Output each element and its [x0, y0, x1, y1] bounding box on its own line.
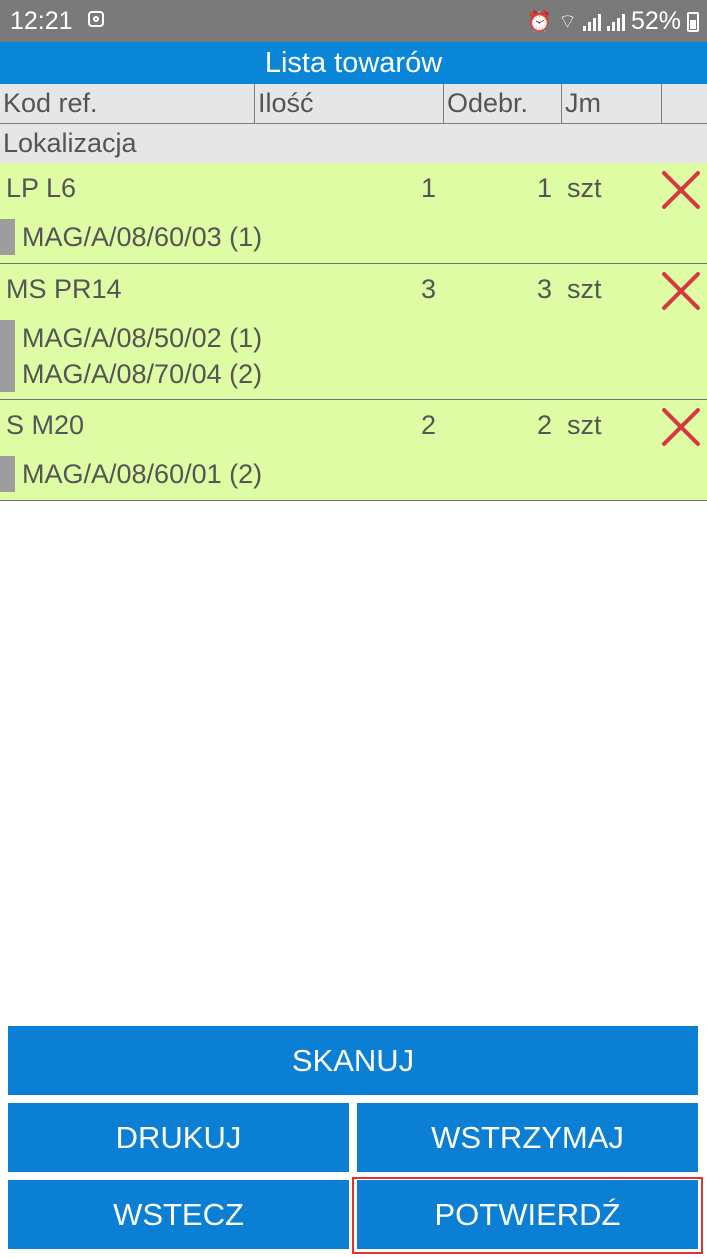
header-received: Odebr.	[444, 84, 562, 123]
scan-button[interactable]: SKANUJ	[8, 1026, 698, 1095]
item-unit: szt	[567, 410, 602, 440]
item-code: S M20	[6, 410, 85, 440]
page-title: Lista towarów	[0, 42, 707, 84]
header-action	[662, 84, 707, 123]
item-unit: szt	[567, 274, 602, 304]
item-qty: 1	[421, 173, 437, 203]
delete-icon[interactable]	[659, 270, 703, 314]
list-item[interactable]: S M20 2 2 szt MAG/A/08/60/01 (2)	[0, 400, 707, 501]
battery-percent: 52%	[630, 7, 681, 35]
status-icons: ⏰ ⌔ 52%	[527, 7, 699, 36]
location-text: MAG/A/08/70/04 (2)	[22, 359, 263, 389]
table-header: Kod ref. Ilość Odebr. Jm	[0, 84, 707, 124]
list-item[interactable]: MS PR14 3 3 szt MAG/A/08/50/02 (1) MAG/A…	[0, 264, 707, 400]
item-received: 2	[536, 410, 552, 440]
item-code: MS PR14	[6, 274, 122, 304]
signal-icon	[606, 13, 625, 31]
table-subheader: Lokalizacja	[0, 124, 707, 164]
location-marker	[0, 320, 15, 392]
item-locations: MAG/A/08/60/03 (1)	[0, 219, 262, 255]
status-time: 12:21	[10, 7, 73, 35]
header-code: Kod ref.	[0, 84, 255, 123]
back-button[interactable]: WSTECZ	[8, 1180, 349, 1249]
item-received: 1	[536, 173, 552, 203]
item-qty: 3	[421, 274, 437, 304]
header-qty: Ilość	[255, 84, 444, 123]
confirm-button[interactable]: POTWIERDŹ	[357, 1180, 698, 1249]
item-unit: szt	[567, 173, 602, 203]
notification-app-icon	[88, 11, 104, 27]
location-text: MAG/A/08/60/01 (2)	[22, 459, 263, 489]
delete-icon[interactable]	[659, 406, 703, 450]
item-received: 3	[536, 274, 552, 304]
alarm-icon: ⏰	[527, 11, 553, 33]
wifi-icon: ⌔	[558, 11, 577, 33]
item-locations: MAG/A/08/60/01 (2)	[0, 456, 262, 492]
header-location: Lokalizacja	[3, 128, 137, 158]
print-button[interactable]: DRUKUJ	[8, 1103, 349, 1172]
location-text: MAG/A/08/60/03 (1)	[22, 222, 263, 252]
item-locations: MAG/A/08/50/02 (1) MAG/A/08/70/04 (2)	[0, 320, 262, 392]
delete-icon[interactable]	[659, 169, 703, 213]
item-list: LP L6 1 1 szt MAG/A/08/60/03 (1) MS PR14…	[0, 163, 707, 501]
item-code: LP L6	[6, 173, 77, 203]
location-marker	[0, 456, 15, 492]
hold-button[interactable]: WSTRZYMAJ	[357, 1103, 698, 1172]
status-bar: 12:21 ⏰ ⌔ 52%	[0, 0, 707, 42]
item-qty: 2	[421, 410, 437, 440]
list-item[interactable]: LP L6 1 1 szt MAG/A/08/60/03 (1)	[0, 163, 707, 264]
signal-icon	[582, 13, 601, 31]
header-unit: Jm	[562, 84, 662, 123]
location-marker	[0, 219, 15, 255]
battery-icon	[687, 11, 699, 32]
location-text: MAG/A/08/50/02 (1)	[22, 323, 263, 353]
